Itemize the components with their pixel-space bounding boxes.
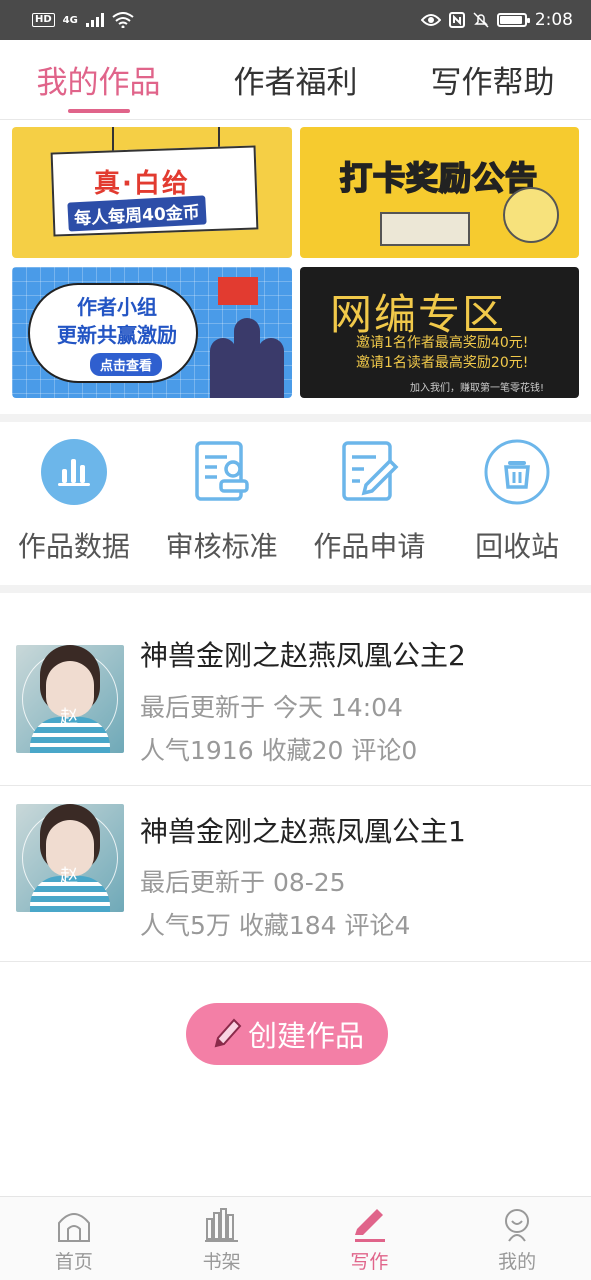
mute-bell-icon xyxy=(473,12,489,28)
globe-illustration xyxy=(503,187,559,243)
nav-home[interactable]: 首页 xyxy=(0,1197,148,1280)
banner-weekly-coins-title: 真·白给 xyxy=(94,169,190,199)
nfc-icon xyxy=(448,12,465,28)
wifi-icon xyxy=(112,12,134,28)
section-divider xyxy=(0,585,591,593)
hd-indicator: HD xyxy=(32,13,55,27)
banner-editor-zone[interactable]: 网编专区 邀请1名作者最高奖励40元! 邀请1名读者最高奖励20元! 加入我们，… xyxy=(300,267,579,398)
network-indicator: 4G xyxy=(62,14,78,26)
action-recycle-bin[interactable]: 回收站 xyxy=(443,423,591,585)
banner-weekly-coins[interactable]: 真·白给 每人每周40金币 xyxy=(12,127,292,258)
action-recycle-bin-label: 回收站 xyxy=(475,530,560,563)
list-item[interactable]: 赵 神兽金刚之赵燕凤凰公主2 最后更新于 今天 14:04 人气1916 收藏2… xyxy=(0,610,591,786)
banner-view-button[interactable]: 点击查看 xyxy=(90,353,163,376)
action-review-standard[interactable]: 审核标准 xyxy=(148,423,296,585)
pen-icon xyxy=(355,1209,386,1242)
eye-icon xyxy=(420,14,441,26)
trash-icon xyxy=(484,439,550,505)
cover-char: 赵 xyxy=(60,707,78,728)
review-standard-icon xyxy=(189,439,255,505)
books-illustration xyxy=(380,212,470,246)
home-icon xyxy=(57,1213,90,1242)
banner-author-group-title: 作者小组 更新共赢激励 xyxy=(57,295,177,347)
nav-mine[interactable]: 我的 xyxy=(443,1197,591,1280)
work-updated: 最后更新于 今天 14:04 xyxy=(140,693,403,722)
top-tabs: 我的作品 作者福利 写作帮助 xyxy=(0,40,591,120)
tab-writing-help[interactable]: 写作帮助 xyxy=(394,40,591,119)
create-work-label: 创建作品 xyxy=(247,1019,364,1053)
bottom-nav: 首页 书架 写作 我的 xyxy=(0,1196,591,1280)
action-work-data-label: 作品数据 xyxy=(17,530,130,563)
work-cover: 赵 xyxy=(16,804,124,912)
work-updated: 最后更新于 08-25 xyxy=(140,868,346,897)
work-stats: 人气5万 收藏184 评论4 xyxy=(140,911,411,940)
status-bar: HD 4G 2:08 xyxy=(0,0,591,40)
list-item[interactable]: 赵 神兽金刚之赵燕凤凰公主1 最后更新于 08-25 人气5万 收藏184 评论… xyxy=(0,786,591,962)
work-stats: 人气1916 收藏20 评论0 xyxy=(140,736,418,765)
action-review-standard-label: 审核标准 xyxy=(165,530,278,563)
nav-mine-label: 我的 xyxy=(498,1251,537,1273)
nav-write[interactable]: 写作 xyxy=(296,1197,444,1280)
banner-checkin-reward[interactable]: 打卡奖励公告 xyxy=(300,127,579,258)
battery-icon xyxy=(496,13,530,27)
banner-editor-lines: 邀请1名作者最高奖励40元! 邀请1名读者最高奖励20元! xyxy=(356,333,528,373)
bar-chart-icon xyxy=(40,439,107,505)
banner-editor-line1: 邀请1名作者最高奖励40元! xyxy=(356,335,529,351)
banner-editor-line2: 邀请1名读者最高奖励20元! xyxy=(356,355,529,371)
profile-icon xyxy=(505,1209,530,1242)
quick-actions: 作品数据 审核标准 作品申请 回收站 xyxy=(0,423,591,585)
work-title: 神兽金刚之赵燕凤凰公主1 xyxy=(140,815,466,848)
banner-editor-footer: 加入我们，赚取第一笔零花钱! xyxy=(410,383,545,394)
flag-illustration xyxy=(218,277,258,305)
work-title: 神兽金刚之赵燕凤凰公主2 xyxy=(140,639,466,672)
action-work-apply-label: 作品申请 xyxy=(313,530,426,563)
section-divider xyxy=(0,414,591,422)
tab-my-works[interactable]: 我的作品 xyxy=(0,40,197,119)
kid-illustration xyxy=(258,338,284,398)
nav-write-label: 写作 xyxy=(350,1251,389,1273)
action-work-data[interactable]: 作品数据 xyxy=(0,423,148,585)
nav-home-label: 首页 xyxy=(54,1251,93,1273)
nav-bookshelf[interactable]: 书架 xyxy=(148,1197,296,1280)
create-work-button[interactable]: 创建作品 xyxy=(186,1003,388,1065)
action-work-apply[interactable]: 作品申请 xyxy=(296,423,444,585)
banner-checkin-title: 打卡奖励公告 xyxy=(339,158,539,198)
nav-bookshelf-label: 书架 xyxy=(202,1251,241,1273)
clock-time: 2:08 xyxy=(534,10,573,30)
banner-author-group[interactable]: 作者小组 更新共赢激励 点击查看 xyxy=(12,267,292,398)
kid-illustration xyxy=(234,318,260,398)
kid-illustration xyxy=(210,338,236,398)
edit-document-icon xyxy=(336,439,402,505)
cover-char: 赵 xyxy=(60,866,78,887)
tab-author-benefits[interactable]: 作者福利 xyxy=(197,40,394,119)
works-list: 赵 神兽金刚之赵燕凤凰公主2 最后更新于 今天 14:04 人气1916 收藏2… xyxy=(0,610,591,962)
bookshelf-icon xyxy=(204,1208,238,1242)
pencil-icon xyxy=(214,1018,242,1048)
work-cover: 赵 xyxy=(16,645,124,753)
banner-grid: 真·白给 每人每周40金币 打卡奖励公告 作者小组 更新共赢激励 点击查看 网编… xyxy=(12,127,579,398)
signal-icon xyxy=(85,13,104,27)
